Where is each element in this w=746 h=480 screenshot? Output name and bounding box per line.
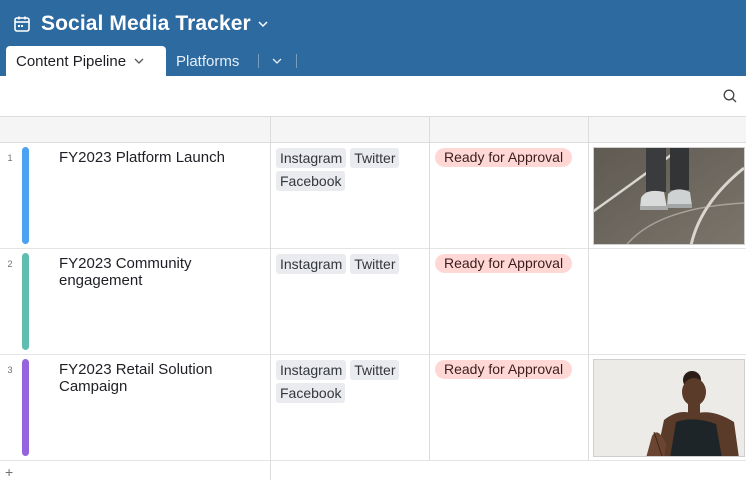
column-divider — [588, 116, 589, 461]
platform-tag: Twitter — [350, 360, 400, 380]
platform-tag: Facebook — [276, 171, 346, 191]
record-name[interactable]: FY2023 Platform Launch — [59, 149, 259, 166]
chevron-down-icon[interactable] — [134, 56, 144, 66]
table-row[interactable]: 2 FY2023 Community engagement Instagram … — [0, 249, 746, 355]
platform-tag: Facebook — [276, 383, 346, 403]
grid-header-row — [0, 116, 746, 143]
search-icon[interactable] — [722, 88, 738, 104]
platform-tags[interactable]: Instagram Twitter Facebook — [276, 148, 426, 191]
platform-tag: Instagram — [276, 148, 347, 168]
column-divider — [270, 116, 271, 480]
platform-tag: Instagram — [276, 254, 347, 274]
table-row[interactable]: 1 FY2023 Platform Launch Instagram Twitt… — [0, 143, 746, 249]
status-badge[interactable]: Ready for Approval — [435, 360, 573, 379]
platform-tag: Twitter — [350, 254, 400, 274]
row-color-bar — [22, 359, 29, 456]
sneakers-photo[interactable] — [593, 147, 745, 245]
status-badge[interactable]: Ready for Approval — [435, 254, 573, 273]
view-toolbar — [0, 76, 746, 116]
row-color-bar — [22, 147, 29, 244]
yoga-photo[interactable] — [593, 359, 745, 457]
record-name[interactable]: FY2023 Community engagement — [59, 255, 259, 289]
title-row[interactable]: Social Media Tracker — [12, 8, 270, 40]
row-number: 3 — [7, 365, 13, 375]
tabs-more-button[interactable] — [268, 46, 286, 76]
tab-label: Platforms — [176, 52, 240, 70]
app-title: Social Media Tracker — [41, 12, 251, 35]
tab-divider — [258, 54, 259, 68]
row-number: 2 — [7, 259, 13, 269]
status-badge[interactable]: Ready for Approval — [435, 148, 573, 167]
tab-divider — [296, 54, 297, 68]
column-divider — [429, 116, 430, 461]
record-name[interactable]: FY2023 Retail Solution Campaign — [59, 361, 259, 395]
row-color-bar — [22, 253, 29, 350]
tab-platforms[interactable]: Platforms — [176, 46, 239, 76]
tabs-row: Content Pipeline Platforms — [0, 46, 746, 76]
records-grid: 1 FY2023 Platform Launch Instagram Twitt… — [0, 116, 746, 480]
tab-label: Content Pipeline — [16, 52, 127, 70]
platform-tag: Instagram — [276, 360, 347, 380]
platform-tags[interactable]: Instagram Twitter Facebook — [276, 360, 426, 403]
table-row[interactable]: 3 FY2023 Retail Solution Campaign Instag… — [0, 355, 746, 461]
calendar-icon — [12, 14, 32, 34]
platform-tags[interactable]: Instagram Twitter — [276, 254, 426, 274]
add-row-button[interactable]: + — [5, 465, 17, 479]
row-number: 1 — [7, 153, 13, 163]
chevron-down-icon[interactable] — [258, 18, 270, 30]
platform-tag: Twitter — [350, 148, 400, 168]
tab-content-pipeline[interactable]: Content Pipeline — [6, 46, 166, 76]
app-header: Social Media Tracker Content Pipeline Pl… — [0, 0, 746, 76]
chevron-down-icon — [272, 58, 282, 64]
